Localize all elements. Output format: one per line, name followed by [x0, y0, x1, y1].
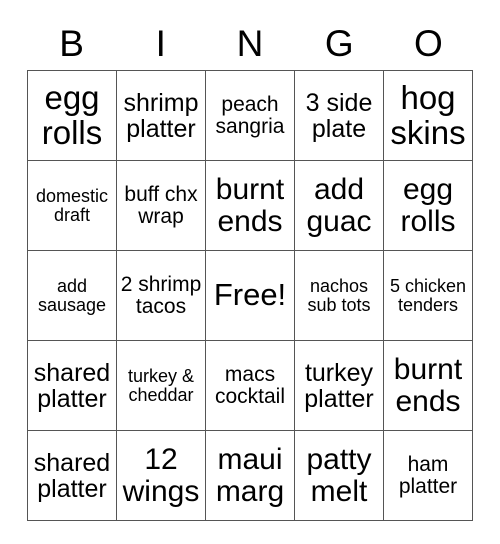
bingo-cell[interactable]: maui marg: [205, 430, 295, 521]
bingo-cell-label: peach sangria: [215, 92, 285, 138]
bingo-row: shared platter 12 wings maui marg patty …: [27, 430, 473, 521]
bingo-cell[interactable]: shared platter: [27, 340, 117, 431]
bingo-cell[interactable]: shared platter: [27, 430, 117, 521]
bingo-cell-label: buff chx wrap: [124, 182, 198, 228]
bingo-grid: egg rolls shrimp platter peach sangria 3…: [27, 70, 473, 521]
bingo-free-label: Free!: [213, 277, 287, 313]
bingo-cell-label: 5 chicken tenders: [389, 275, 467, 315]
bingo-card: B I N G O egg rolls shrimp platter peach…: [27, 16, 473, 521]
bingo-cell-label: ham platter: [398, 452, 458, 498]
bingo-free-cell[interactable]: Free!: [205, 250, 295, 341]
bingo-cell-label: 2 shrimp tacos: [120, 272, 202, 318]
bingo-cell[interactable]: burnt ends: [205, 160, 295, 251]
bingo-cell[interactable]: turkey & cheddar: [116, 340, 206, 431]
bingo-cell-label: domestic draft: [35, 185, 109, 225]
bingo-row: egg rolls shrimp platter peach sangria 3…: [27, 70, 473, 161]
bingo-cell-label: turkey platter: [304, 358, 374, 413]
bingo-cell-label: patty melt: [306, 443, 372, 508]
bingo-cell[interactable]: turkey platter: [294, 340, 384, 431]
bingo-cell[interactable]: domestic draft: [27, 160, 117, 251]
bingo-row: add sausage 2 shrimp tacos Free! nachos …: [27, 250, 473, 341]
bingo-row: domestic draft buff chx wrap burnt ends …: [27, 160, 473, 251]
bingo-cell-label: 3 side plate: [305, 88, 373, 143]
bingo-cell[interactable]: shrimp platter: [116, 70, 206, 161]
bingo-cell-label: add sausage: [37, 275, 107, 315]
bingo-cell[interactable]: add guac: [294, 160, 384, 251]
bingo-cell-label: turkey & cheddar: [127, 365, 195, 405]
bingo-header-letter-i: I: [155, 22, 166, 64]
bingo-cell[interactable]: 3 side plate: [294, 70, 384, 161]
bingo-cell-label: burnt ends: [393, 353, 463, 418]
bingo-cell[interactable]: nachos sub tots: [294, 250, 384, 341]
bingo-header-letter-n: N: [236, 22, 264, 64]
bingo-cell[interactable]: 2 shrimp tacos: [116, 250, 206, 341]
bingo-cell-label: shrimp platter: [123, 88, 199, 143]
bingo-header-letter-o: O: [414, 22, 443, 64]
bingo-cell[interactable]: buff chx wrap: [116, 160, 206, 251]
bingo-cell-label: hog skins: [390, 79, 466, 151]
bingo-cell-label: shared platter: [33, 358, 111, 413]
bingo-cell-label: add guac: [306, 173, 372, 238]
bingo-cell-label: egg rolls: [41, 79, 103, 151]
bingo-cell-label: macs cocktail: [214, 362, 286, 408]
bingo-cell[interactable]: egg rolls: [27, 70, 117, 161]
bingo-cell[interactable]: ham platter: [383, 430, 473, 521]
bingo-header-letter-b: B: [59, 22, 84, 64]
bingo-cell[interactable]: patty melt: [294, 430, 384, 521]
bingo-cell[interactable]: peach sangria: [205, 70, 295, 161]
bingo-cell[interactable]: add sausage: [27, 250, 117, 341]
bingo-cell[interactable]: macs cocktail: [205, 340, 295, 431]
bingo-cell[interactable]: egg rolls: [383, 160, 473, 251]
bingo-header: B I N G O: [27, 16, 473, 70]
bingo-cell-label: shared platter: [33, 448, 111, 503]
bingo-cell-label: egg rolls: [400, 173, 456, 238]
bingo-cell-label: nachos sub tots: [307, 275, 371, 315]
bingo-header-letter-g: G: [324, 22, 354, 64]
bingo-cell[interactable]: hog skins: [383, 70, 473, 161]
bingo-cell-label: 12 wings: [122, 443, 200, 508]
bingo-cell[interactable]: 12 wings: [116, 430, 206, 521]
bingo-cell-label: burnt ends: [215, 173, 285, 238]
bingo-cell[interactable]: 5 chicken tenders: [383, 250, 473, 341]
bingo-cell-label: maui marg: [215, 443, 285, 508]
bingo-row: shared platter turkey & cheddar macs coc…: [27, 340, 473, 431]
bingo-cell[interactable]: burnt ends: [383, 340, 473, 431]
